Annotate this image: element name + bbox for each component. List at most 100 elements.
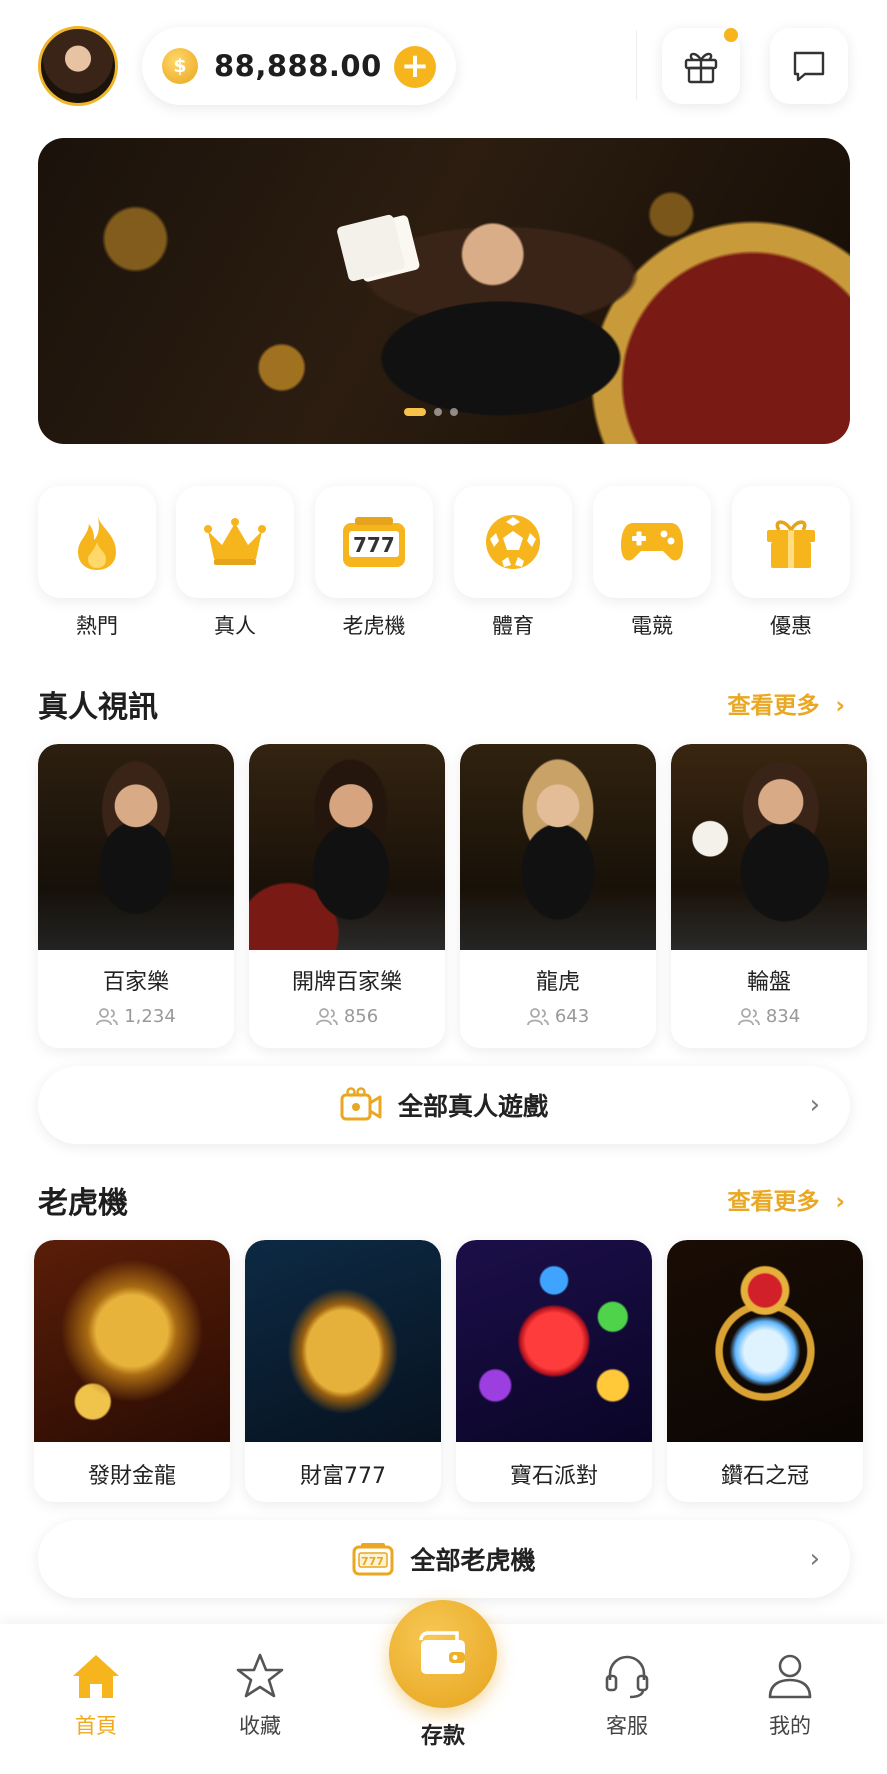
game-name: 發財金龍: [87, 1464, 176, 1489]
category-tile: [38, 486, 156, 598]
see-more-slots-link[interactable]: 查看更多 ›: [727, 1182, 845, 1216]
gamepad-icon: [621, 523, 683, 561]
chevron-right-icon: ›: [827, 693, 846, 719]
coin-icon: $: [162, 48, 198, 84]
user-avatar[interactable]: [38, 26, 118, 106]
balance-amount: 88,888.00: [214, 49, 382, 83]
gift-icon: [767, 520, 815, 568]
game-name: 百家樂: [102, 970, 169, 995]
live-game-card[interactable]: 百家樂 1,234: [38, 744, 234, 1048]
slot-games-row: 發財金龍 財富777 寶石派對 鑽石之冠: [34, 1240, 864, 1502]
notification-dot: [724, 28, 738, 42]
dealer-image: [38, 744, 234, 950]
see-more-label: 查看更多: [727, 693, 820, 719]
slot-game-card[interactable]: 發財金龍: [34, 1240, 230, 1502]
users-icon: [737, 1007, 760, 1025]
golden-dragon-image: [34, 1240, 230, 1442]
flame-icon: [78, 514, 116, 570]
section-title-live: 真人視訊: [38, 690, 158, 725]
live-game-card[interactable]: 輪盤 834: [671, 744, 867, 1048]
chat-bubble-icon: [793, 51, 825, 82]
category-label: 真人: [214, 614, 256, 638]
svg-text:777: 777: [353, 533, 395, 557]
gems-image: [456, 1240, 652, 1442]
category-promotions[interactable]: 優惠: [732, 486, 850, 640]
slot-game-card[interactable]: 鑽石之冠: [667, 1240, 863, 1502]
all-live-games-button[interactable]: 全部真人遊戲 ›: [38, 1066, 850, 1144]
category-tile: [593, 486, 711, 598]
category-tile: [454, 486, 572, 598]
nav-profile[interactable]: 我的: [730, 1652, 850, 1740]
category-hot[interactable]: 熱門: [38, 486, 156, 640]
users-icon: [315, 1007, 338, 1025]
category-row: 熱門 真人 777 老虎機 體育 電競 優惠: [38, 486, 850, 638]
nav-label: 我的: [769, 1714, 811, 1738]
player-count-value: 856: [343, 1006, 379, 1027]
nav-support[interactable]: 客服: [567, 1652, 687, 1740]
banner-dot[interactable]: [434, 408, 442, 416]
player-count: 1,234: [38, 1006, 234, 1027]
see-more-live-link[interactable]: 查看更多 ›: [727, 686, 845, 720]
dealer-image: [460, 744, 656, 950]
messages-button[interactable]: [770, 28, 848, 104]
users-icon: [96, 1007, 119, 1025]
balance-pill: $ 88,888.00 +: [142, 27, 456, 105]
nav-label: 首頁: [75, 1714, 117, 1738]
star-icon: [236, 1653, 284, 1698]
promo-banner[interactable]: [38, 138, 850, 444]
game-name: 財富777: [300, 1464, 386, 1489]
nav-label: 收藏: [239, 1714, 281, 1738]
player-count: 856: [249, 1006, 445, 1027]
slot-game-card[interactable]: 寶石派對: [456, 1240, 652, 1502]
nav-home[interactable]: 首頁: [36, 1652, 156, 1740]
all-slots-content: 777 全部老虎機: [38, 1520, 850, 1598]
treasure-pot-image: [245, 1240, 441, 1442]
wallet-icon: [419, 1631, 465, 1674]
video-camera-icon: [340, 1087, 382, 1121]
user-icon: [768, 1654, 812, 1699]
category-label: 體育: [492, 614, 534, 638]
player-count: 643: [460, 1006, 656, 1027]
chevron-right-icon: ›: [809, 1544, 820, 1574]
category-live[interactable]: 真人: [176, 486, 294, 640]
game-name: 龍虎: [535, 970, 580, 995]
game-name: 鑽石之冠: [720, 1464, 809, 1489]
chevron-right-icon: ›: [827, 1189, 846, 1215]
slot-game-card[interactable]: 財富777: [245, 1240, 441, 1502]
player-count-value: 1,234: [124, 1006, 176, 1027]
banner-dot-active[interactable]: [404, 408, 426, 416]
live-game-card[interactable]: 開牌百家樂 856: [249, 744, 445, 1048]
category-sports[interactable]: 體育: [454, 486, 572, 640]
category-tile: 777: [315, 486, 433, 598]
category-label: 優惠: [770, 614, 812, 638]
category-label: 電競: [631, 614, 673, 638]
users-icon: [526, 1007, 549, 1025]
diamond-crown-image: [667, 1240, 863, 1442]
category-slots[interactable]: 777 老虎機: [315, 486, 433, 640]
header-divider: [636, 30, 637, 100]
banner-dot[interactable]: [450, 408, 458, 416]
category-label: 熱門: [76, 614, 118, 638]
see-more-label: 查看更多: [727, 1189, 820, 1215]
category-esports[interactable]: 電競: [593, 486, 711, 640]
gift-icon: [684, 52, 718, 84]
player-count-value: 643: [554, 1006, 590, 1027]
dealer-image: [671, 744, 867, 950]
section-title-slots: 老虎機: [38, 1186, 128, 1221]
deposit-button[interactable]: [389, 1600, 497, 1708]
add-funds-button[interactable]: +: [394, 46, 436, 88]
soccer-ball-icon: [486, 515, 540, 569]
crown-icon: [204, 518, 266, 565]
nav-favorites[interactable]: 收藏: [200, 1652, 320, 1740]
all-slots-button[interactable]: 777 全部老虎機 ›: [38, 1520, 850, 1598]
category-label: 老虎機: [342, 614, 406, 638]
category-tile: [732, 486, 850, 598]
banner-pagination: [404, 408, 458, 416]
live-games-row: 百家樂 1,234 開牌百家樂 856 龍虎 643 輪盤 834: [38, 744, 868, 1048]
live-game-card[interactable]: 龍虎 643: [460, 744, 656, 1048]
deposit-label: 存款: [420, 1724, 465, 1749]
home-icon: [73, 1655, 119, 1698]
all-live-games-label: 全部真人遊戲: [397, 1092, 548, 1121]
all-slots-label: 全部老虎機: [410, 1546, 536, 1575]
headset-icon: [605, 1655, 649, 1699]
